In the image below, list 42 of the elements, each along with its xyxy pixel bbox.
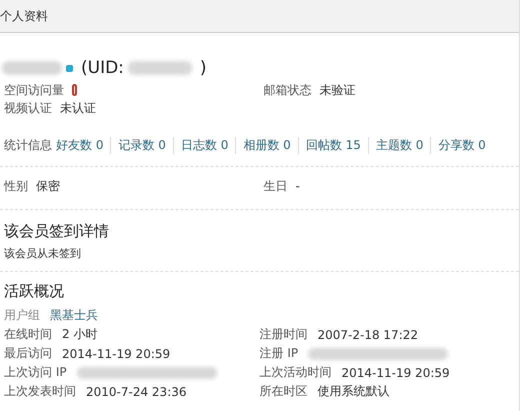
field-label: 上次访问 IP [4, 364, 67, 381]
stat-link[interactable]: 日志数 0 [172, 137, 236, 154]
field-label: 空间访问量 [4, 82, 64, 98]
uid-bracket: ) [200, 58, 207, 78]
stats-label: 统计信息 [4, 137, 52, 154]
field-value: 保密 [36, 178, 60, 194]
field-value: 2014-11-19 20:59 [62, 346, 170, 360]
field-label: 用户组 [4, 307, 40, 324]
field-value: 2007-2-18 17:22 [318, 328, 418, 342]
field-value: 未验证 [320, 82, 356, 98]
uid-label: (UID: [81, 58, 124, 78]
stat-link[interactable]: 分享数 0 [430, 137, 493, 154]
stat-link[interactable]: 记录数 0 [110, 137, 173, 154]
field-label: 上次活动时间 [260, 364, 332, 381]
redaction-blur [128, 61, 192, 75]
badge-icon [66, 64, 73, 72]
section-title: 该会员签到详情 [4, 222, 110, 241]
field-value: 2 小时 [62, 326, 98, 343]
field-label: 所在时区 [260, 383, 308, 400]
field-label: 性别 [4, 178, 28, 194]
field-value: 使用系统默认 [318, 383, 390, 400]
page-title: 个人资料 [0, 8, 48, 24]
section-title: 活跃概况 [4, 282, 65, 301]
field-label: 视频认证 [4, 100, 52, 116]
field-label: 在线时间 [4, 326, 52, 343]
checkin-text: 该会员从未签到 [4, 246, 82, 261]
group-link[interactable]: 黑基士兵 [50, 307, 98, 324]
stat-link[interactable]: 好友数 0 [52, 137, 110, 154]
field-value: 2010-7-24 23:36 [86, 384, 186, 398]
field-label: 最后访问 [4, 345, 52, 362]
marker-icon [72, 84, 77, 96]
stat-link[interactable]: 相册数 0 [235, 137, 298, 154]
stat-link[interactable]: 主题数 0 [368, 137, 430, 154]
field-label: 注册时间 [260, 326, 308, 343]
field-label: 生日 [264, 178, 288, 194]
field-label: 邮箱状态 [264, 82, 312, 98]
field-value: 未认证 [60, 100, 96, 116]
stat-link[interactable]: 回帖数 15 [298, 137, 368, 154]
field-value: - [296, 179, 300, 193]
field-value: 2014-11-19 20:59 [342, 366, 450, 380]
field-label: 注册 IP [260, 345, 298, 362]
field-label: 上次发表时间 [4, 383, 76, 400]
